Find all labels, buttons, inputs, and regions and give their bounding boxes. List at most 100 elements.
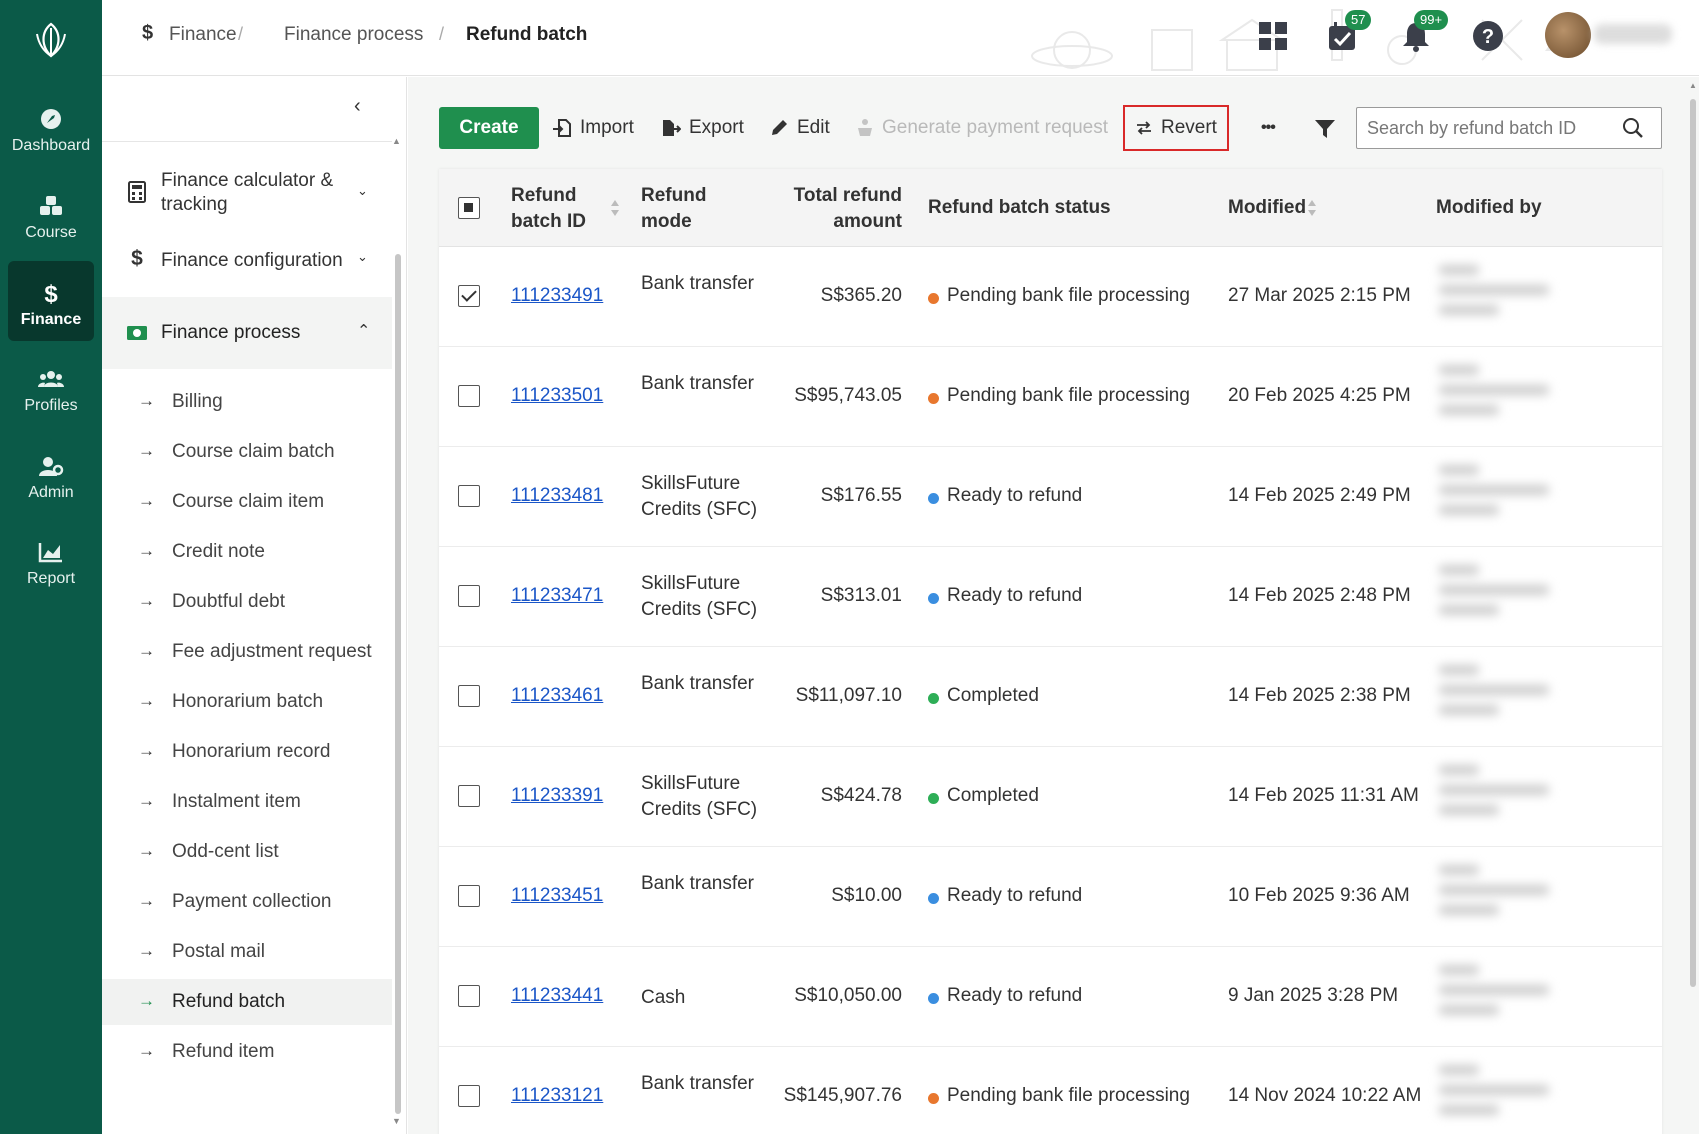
sidebar-item-odd-cent-list[interactable]: → Odd-cent list [102,829,392,875]
divider [102,141,392,142]
left-nav-rail: Dashboard Course $ Finance Profiles Admin Repo… [0,0,102,1134]
nav-item-label: Dashboard [11,137,91,154]
user-avatar[interactable] [1545,12,1591,58]
sidebar-group-finance-configuration[interactable]: $ Finance configuration ⌄ [102,237,392,285]
table-row[interactable]: 111233471 SkillsFuture Credits (SFC) S$313… [439,547,1662,647]
nav-item-report[interactable]: Report [0,520,102,600]
sidebar-item-label: Credit note [172,541,265,562]
sidebar-item-credit-note[interactable]: → Credit note [102,529,392,575]
row-checkbox[interactable] [458,785,480,807]
breadcrumb-finance[interactable]: Finance [169,24,237,46]
sidebar-item-refund-batch[interactable]: → Refund batch [102,979,392,1025]
sort-icon[interactable] [610,199,620,217]
generate-payment-request-button[interactable]: Generate payment request [856,107,1108,149]
sidebar-item-billing[interactable]: → Billing [102,379,392,425]
column-header-modified[interactable]: Modified [1228,195,1306,221]
nav-item-label: Course [25,224,77,241]
refund-mode-cell: Bank transfer [641,373,754,394]
refund-batch-id-link[interactable]: 111233441 [511,985,603,1007]
refund-batch-id-link[interactable]: 111233391 [511,785,603,807]
more-actions-button[interactable]: ••• [1261,107,1276,149]
column-header-refund-batch-id[interactable]: Refund batch ID [511,183,611,235]
sidebar-item-label: Fee adjustment request [172,641,372,662]
search-input[interactable]: Search by refund batch ID [1356,107,1662,149]
sidebar-item-course-claim-item[interactable]: → Course claim item [102,479,392,525]
nav-item-finance[interactable]: $ Finance [8,261,94,341]
refund-batch-id-link[interactable]: 111233481 [511,485,603,507]
sidebar-item-doubtful-debt[interactable]: → Doubtful debt [102,579,392,625]
row-checkbox[interactable] [458,485,480,507]
table-row[interactable]: 111233481 SkillsFuture Credits (SFC) S$176… [439,447,1662,547]
sidebar-item-instalment-item[interactable]: → Instalment item [102,779,392,825]
user-name-blurred[interactable] [1594,24,1672,44]
row-checkbox[interactable] [458,685,480,707]
sidebar-item-honorarium-record[interactable]: → Honorarium record [102,729,392,775]
sidebar-item-postal-mail[interactable]: → Postal mail [102,929,392,975]
sidebar-item-label: Course claim item [172,491,325,512]
page-scrollbar-thumb[interactable] [1690,99,1696,987]
modified-by-blurred [1439,265,1549,329]
sort-icon[interactable] [1307,199,1317,217]
generate-payment-request-label: Generate payment request [882,117,1109,138]
import-button[interactable]: Import [552,107,634,149]
row-checkbox[interactable] [458,1085,480,1107]
column-header-modified-by: Modified by [1436,197,1542,218]
nav-item-course[interactable]: Course [0,174,102,254]
scroll-up-arrow-icon[interactable]: ▲ [392,136,401,146]
refund-batch-id-link[interactable]: 111233491 [511,285,603,307]
row-checkbox[interactable] [458,285,480,307]
sidebar-scrollbar-thumb[interactable] [395,254,401,1114]
apps-grid-icon[interactable] [1255,18,1291,54]
sidebar-item-label: Instalment item [172,791,301,812]
refund-batch-id-link[interactable]: 111233451 [511,885,603,907]
select-all-checkbox[interactable] [458,197,480,219]
page-scrollbar[interactable]: ▲ [1688,77,1699,1134]
row-checkbox[interactable] [458,585,480,607]
filter-icon[interactable] [1314,118,1336,140]
export-button[interactable]: Export [661,107,744,149]
table-row[interactable]: 111233441 Cash S$10,050.00 Ready to refund 9… [439,947,1662,1047]
nav-item-profiles[interactable]: Profiles [0,347,102,427]
refund-batch-id-link[interactable]: 111233461 [511,685,603,707]
scroll-up-arrow-icon[interactable]: ▲ [1689,81,1697,90]
search-icon[interactable] [1622,117,1644,139]
table-row[interactable]: 111233461 Bank transfer S$11,097.10 Complet… [439,647,1662,747]
table-row[interactable]: 111233391 SkillsFuture Credits (SFC) S$424… [439,747,1662,847]
row-checkbox[interactable] [458,885,480,907]
status-dot [928,1093,939,1104]
row-checkbox[interactable] [458,985,480,1007]
refund-batch-id-link[interactable]: 111233501 [511,385,603,407]
table-row[interactable]: 111233491 Bank transfer S$365.20 Pending ba… [439,247,1662,347]
scroll-down-arrow-icon[interactable]: ▼ [392,1116,401,1126]
column-header-refund-batch-status: Refund batch status [928,197,1111,218]
sidebar-item-payment-collection[interactable]: → Payment collection [102,879,392,925]
app-logo-icon[interactable] [27,16,75,64]
sidebar-item-honorarium-batch[interactable]: → Honorarium batch [102,679,392,725]
table-row[interactable]: 111233451 Bank transfer S$10.00 Ready to re… [439,847,1662,947]
refund-batch-status-cell: Ready to refund [947,885,1083,906]
revert-icon [1137,121,1151,135]
sidebar-scrollbar[interactable]: ▲ ▼ [391,136,401,1126]
refund-batch-id-link[interactable]: 111233471 [511,585,603,607]
edit-button[interactable]: Edit [769,107,830,149]
nav-item-admin[interactable]: Admin [0,434,102,514]
refund-batch-id-link[interactable]: 111233121 [511,1085,603,1107]
collapse-sidebar-icon[interactable]: ‹ [354,95,361,118]
sidebar-group-finance-process[interactable]: Finance process ⌄ [102,297,392,369]
revert-button[interactable]: Revert [1135,107,1217,149]
sidebar-item-refund-item[interactable]: → Refund item [102,1029,392,1075]
table-row[interactable]: 111233121 Bank transfer S$145,907.76 Pendin… [439,1047,1662,1134]
breadcrumb-finance-process[interactable]: Finance process [284,24,423,46]
modified-cell: 27 Mar 2025 2:15 PM [1228,285,1411,306]
edit-label: Edit [797,117,830,138]
chevron-down-icon: ⌄ [357,183,368,198]
sidebar-item-fee-adjustment-request[interactable]: → Fee adjustment request [102,629,392,675]
sidebar-item-course-claim-batch[interactable]: → Course claim batch [102,429,392,475]
row-checkbox[interactable] [458,385,480,407]
nav-item-dashboard[interactable]: Dashboard [0,87,102,167]
refund-batch-status-cell: Completed [947,785,1039,806]
sidebar-group-finance-calculator[interactable]: Finance calculator & tracking ⌄ [102,157,392,229]
help-icon[interactable]: ? [1470,18,1506,54]
create-button[interactable]: Create [439,107,539,149]
table-row[interactable]: 111233501 Bank transfer S$95,743.05 Pending… [439,347,1662,447]
